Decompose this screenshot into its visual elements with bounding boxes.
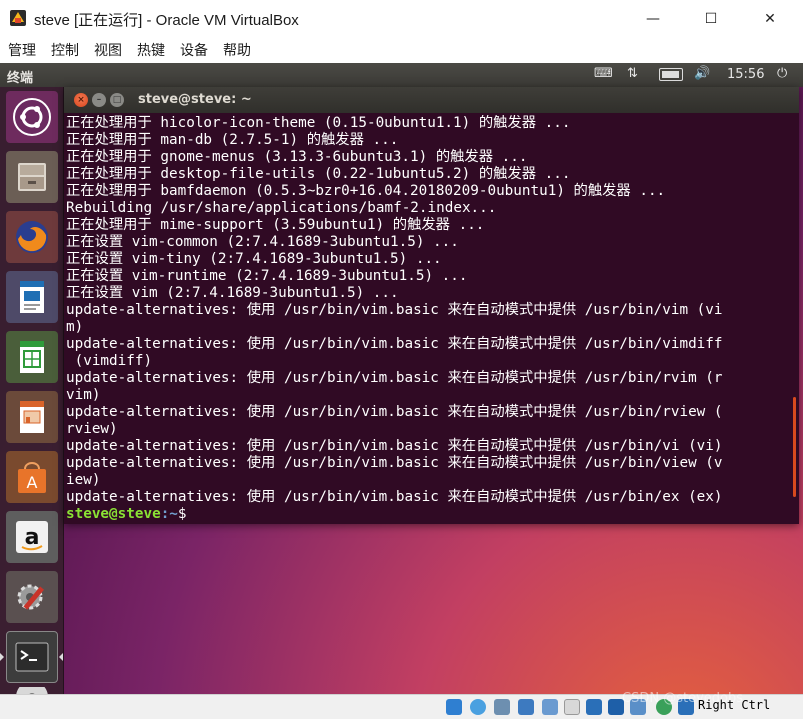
menu-hotkeys[interactable]: 热键 — [137, 40, 165, 60]
terminal-line: update-alternatives: 使用 /usr/bin/vim.bas… — [66, 455, 723, 471]
audio-icon[interactable] — [494, 699, 510, 715]
terminal-title: steve@steve: ~ — [138, 92, 252, 107]
terminal-line: 正在设置 vim (2:7.4.1689-3ubuntu1.5) ... — [66, 285, 399, 301]
software-center-icon[interactable]: A — [6, 451, 58, 503]
host-key-label: Right Ctrl — [698, 698, 771, 712]
optical-drive-icon[interactable] — [470, 699, 486, 715]
keyboard-icon[interactable]: ⌨ — [594, 66, 613, 81]
terminal-icon[interactable] — [6, 631, 58, 683]
menu-control[interactable]: 控制 — [51, 40, 79, 60]
prompt-symbol: $ — [177, 506, 187, 522]
terminal-titlebar[interactable]: × – □ steve@steve: ~ — [64, 87, 799, 113]
terminal-line: 正在处理用于 hicolor-icon-theme (0.15-0ubuntu1… — [66, 115, 571, 131]
terminal-line: 正在设置 vim-runtime (2:7.4.1689-3ubuntu1.5)… — [66, 268, 468, 284]
active-app-title: 终端 — [7, 71, 34, 86]
power-icon[interactable]: ⏻ — [777, 66, 787, 81]
focused-app-indicator — [59, 653, 63, 661]
terminal-maximize-button[interactable]: □ — [110, 93, 124, 107]
terminal-line: 正在处理用于 man-db (2.7.5-1) 的触发器 ... — [66, 132, 399, 148]
terminal-prompt[interactable]: steve@steve:~$ — [66, 506, 788, 522]
prompt-path: :~ — [160, 506, 178, 522]
clock[interactable]: 15:56 — [727, 67, 764, 82]
menu-help[interactable]: 帮助 — [223, 40, 251, 60]
terminal-line: update-alternatives: 使用 /usr/bin/vim.bas… — [66, 370, 723, 386]
terminal-line: 正在处理用于 gnome-menus (3.13.3-6ubuntu3.1) 的… — [66, 149, 528, 165]
files-icon[interactable] — [6, 151, 58, 203]
terminal-line: rview) — [66, 421, 118, 437]
terminal-close-button[interactable]: × — [74, 93, 88, 107]
terminal-line: (vimdiff) — [66, 353, 153, 369]
terminal-line: m) — [66, 319, 84, 335]
usb-icon[interactable] — [542, 699, 558, 715]
display-icon[interactable] — [586, 699, 602, 715]
volume-icon[interactable]: 🔊 — [694, 66, 710, 81]
terminal-window[interactable]: × – □ steve@steve: ~ 正在处理用于 hicolor-icon… — [64, 87, 799, 524]
svg-text:a: a — [25, 525, 40, 550]
active-app-indicator — [0, 653, 4, 661]
battery-icon[interactable] — [659, 68, 683, 81]
calc-icon[interactable] — [6, 331, 58, 383]
system-settings-icon[interactable] — [6, 571, 58, 623]
terminal-line: 正在处理用于 mime-support (3.59ubuntu1) 的触发器 .… — [66, 217, 485, 233]
menu-view[interactable]: 视图 — [94, 40, 122, 60]
guest-screen[interactable]: 终端 ⌨ ⇅ 🔊 15:56 ⏻ A a × – □ steve@steve: … — [0, 63, 803, 694]
terminal-output[interactable]: 正在处理用于 hicolor-icon-theme (0.15-0ubuntu1… — [66, 115, 788, 522]
amazon-icon[interactable]: a — [6, 511, 58, 563]
virtualbox-app-icon — [10, 10, 26, 26]
terminal-line: iew) — [66, 472, 101, 488]
terminal-line: update-alternatives: 使用 /usr/bin/vim.bas… — [66, 489, 723, 505]
menu-bar: 管理 控制 视图 热键 设备 帮助 — [0, 37, 803, 63]
terminal-line: 正在设置 vim-common (2:7.4.1689-3ubuntu1.5) … — [66, 234, 459, 250]
terminal-line: 正在设置 vim-tiny (2:7.4.1689-3ubuntu1.5) ..… — [66, 251, 442, 267]
hard-disk-icon[interactable] — [446, 699, 462, 715]
terminal-line: update-alternatives: 使用 /usr/bin/vim.bas… — [66, 438, 723, 454]
terminal-line: update-alternatives: 使用 /usr/bin/vim.bas… — [66, 302, 723, 318]
terminal-line: 正在处理用于 bamfdaemon (0.5.3~bzr0+16.04.2018… — [66, 183, 666, 199]
impress-icon[interactable] — [6, 391, 58, 443]
window-titlebar[interactable]: steve [正在运行] - Oracle VM VirtualBox — ☐ … — [0, 0, 803, 37]
ubuntu-dash-icon[interactable] — [6, 91, 58, 143]
shared-folders-icon[interactable] — [564, 699, 580, 715]
guest-top-panel: 终端 ⌨ ⇅ 🔊 15:56 ⏻ — [0, 63, 803, 87]
dvd-icon[interactable] — [6, 687, 58, 694]
network-icon[interactable]: ⇅ — [627, 66, 638, 81]
prompt-user: steve@steve — [66, 506, 161, 522]
terminal-scrollbar[interactable] — [793, 397, 796, 497]
close-button[interactable]: ✕ — [740, 0, 800, 37]
firefox-icon[interactable] — [6, 211, 58, 263]
writer-icon[interactable] — [6, 271, 58, 323]
terminal-line: 正在处理用于 desktop-file-utils (0.22-1ubuntu5… — [66, 166, 571, 182]
terminal-minimize-button[interactable]: – — [92, 93, 106, 107]
svg-text:A: A — [27, 473, 38, 492]
minimize-button[interactable]: — — [623, 0, 683, 37]
window-title: steve [正在运行] - Oracle VM VirtualBox — [34, 12, 299, 29]
network-adapter-icon[interactable] — [518, 699, 534, 715]
menu-devices[interactable]: 设备 — [180, 40, 208, 60]
maximize-button[interactable]: ☐ — [681, 0, 741, 37]
terminal-line: Rebuilding /usr/share/applications/bamf-… — [66, 200, 497, 216]
terminal-line: vim) — [66, 387, 101, 403]
unity-launcher: A a — [0, 87, 64, 694]
menu-manage[interactable]: 管理 — [8, 40, 36, 60]
terminal-line: update-alternatives: 使用 /usr/bin/vim.bas… — [66, 336, 723, 352]
terminal-line: update-alternatives: 使用 /usr/bin/vim.bas… — [66, 404, 723, 420]
